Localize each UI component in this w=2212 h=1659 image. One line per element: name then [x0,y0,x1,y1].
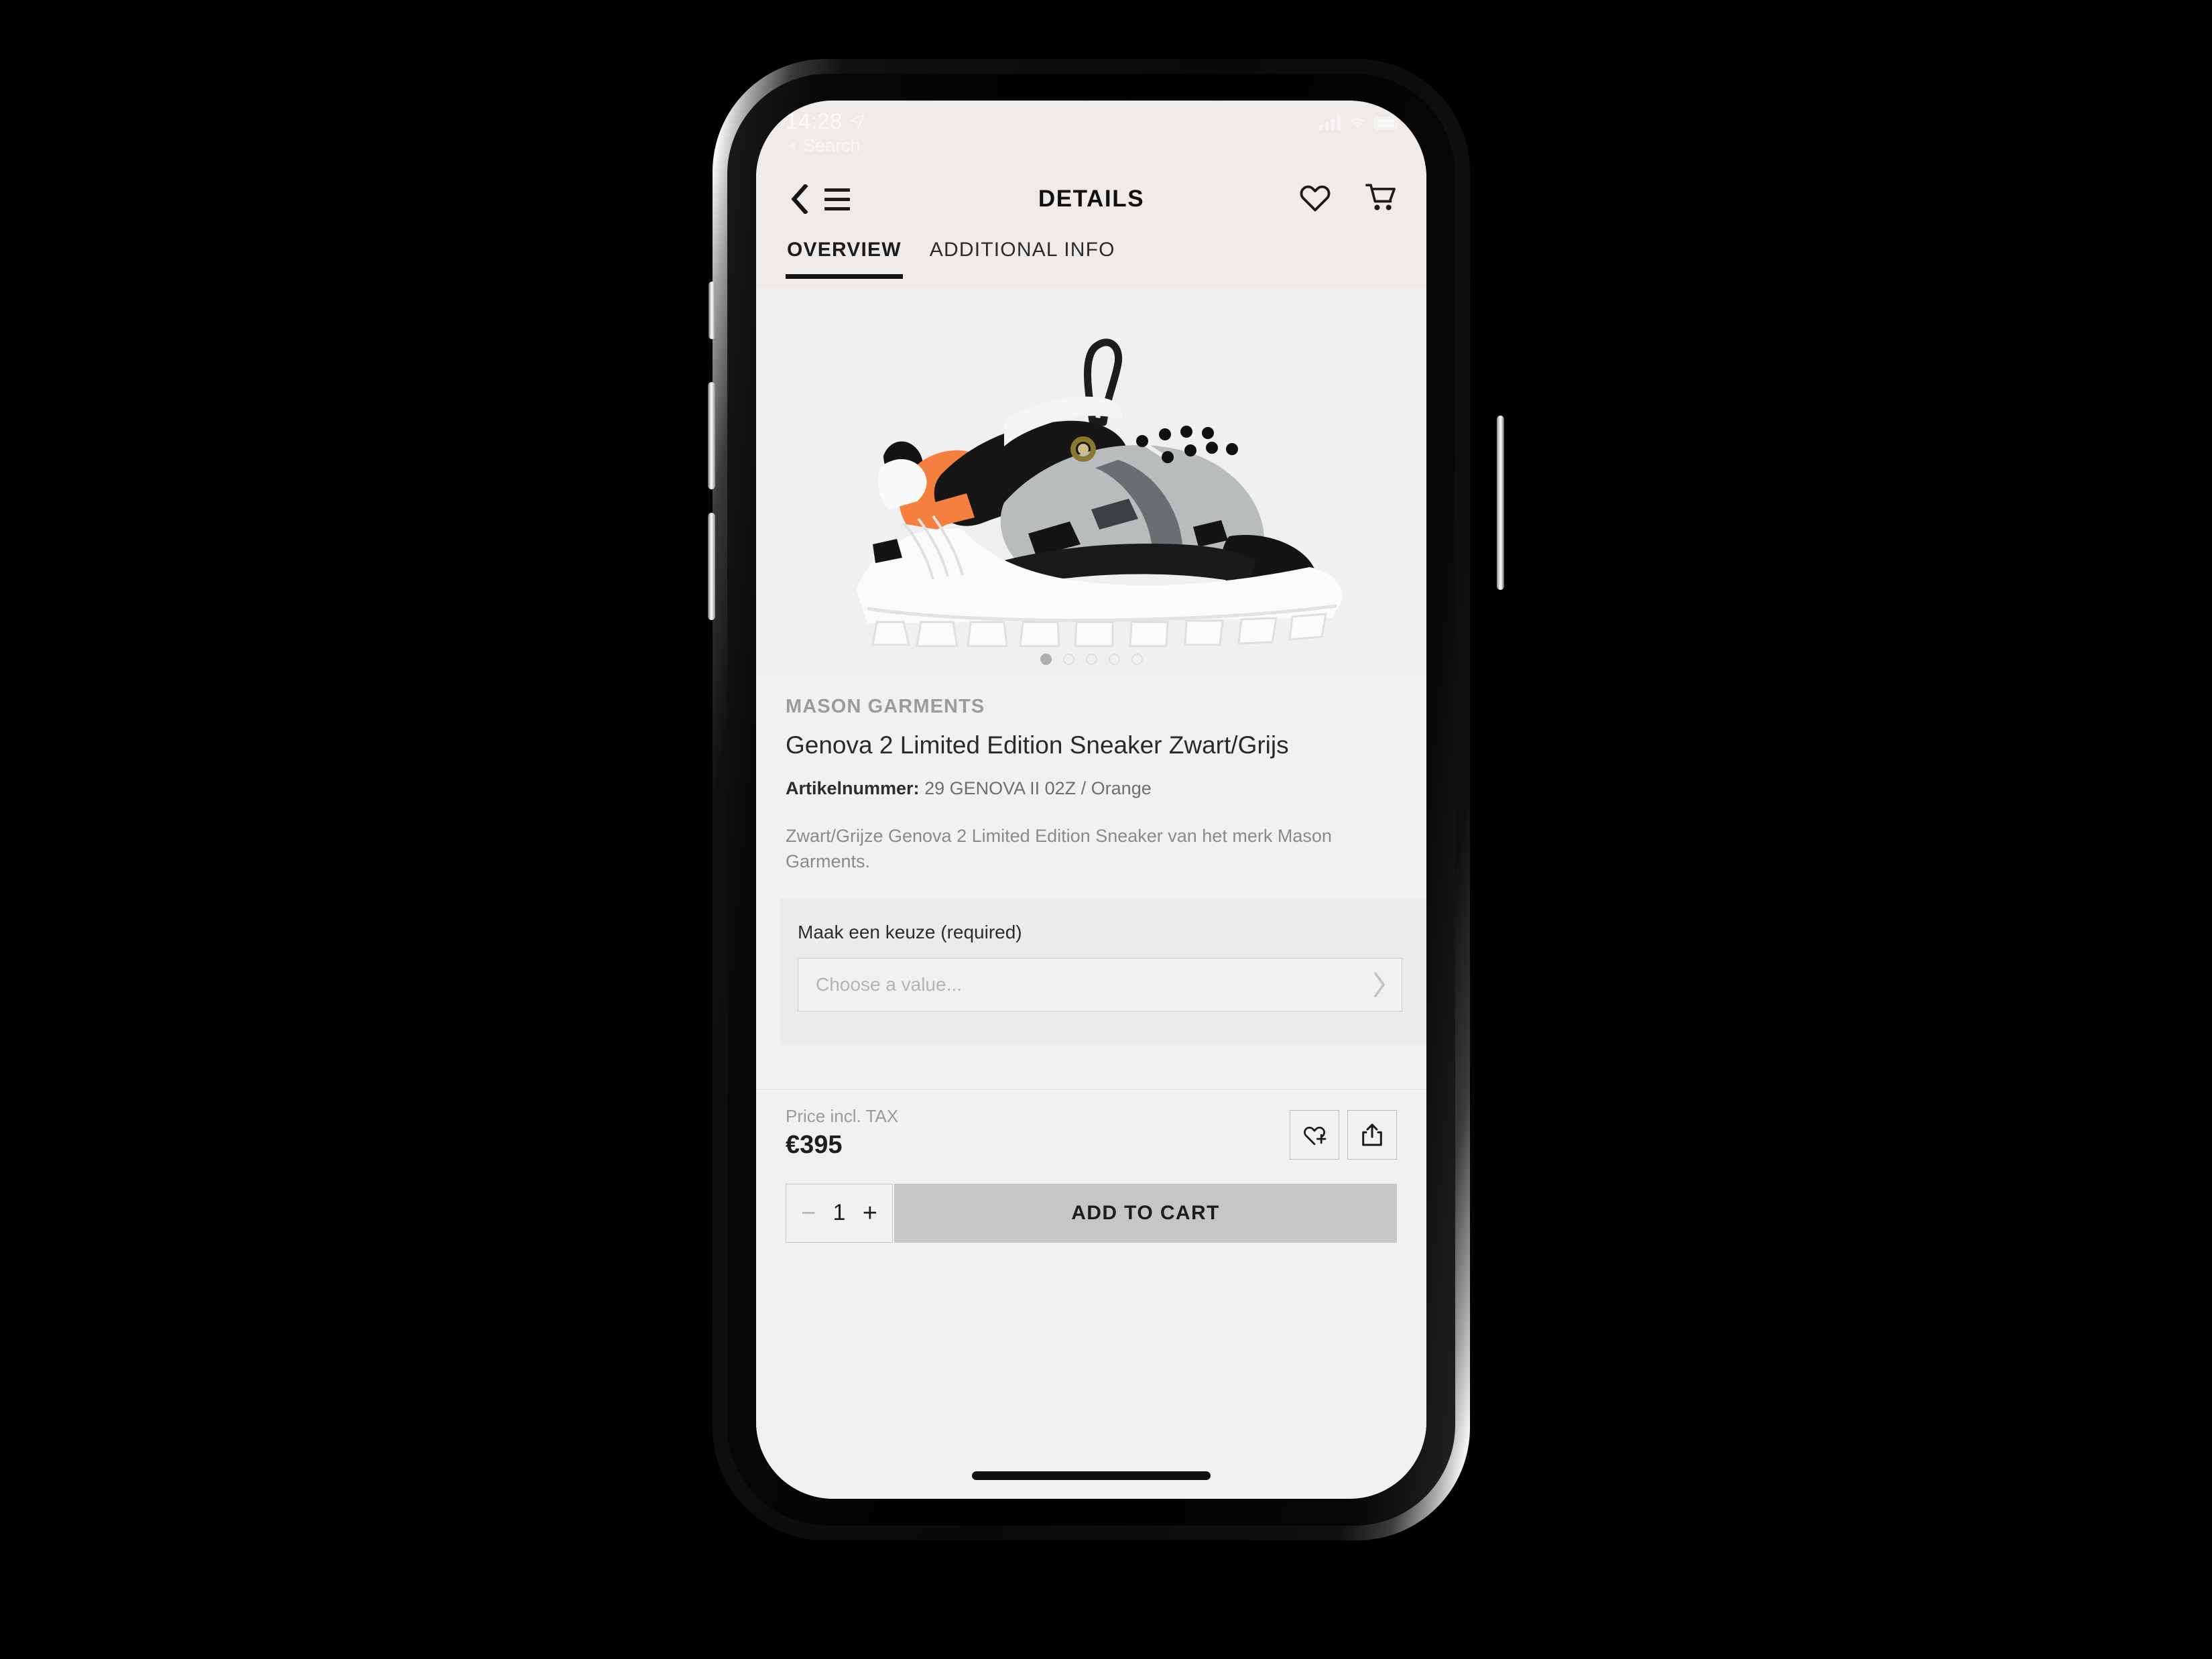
carousel-dots[interactable] [756,654,1426,665]
quantity-increment-button[interactable]: + [863,1201,877,1226]
triangle-left-icon [788,141,796,151]
cart-button[interactable] [1365,182,1397,217]
chevron-left-icon [791,184,808,214]
product-detail-scroll[interactable]: MASON GARMENTS Genova 2 Limited Edition … [756,288,1426,1499]
battery-icon [1374,117,1400,130]
quantity-value: 1 [833,1200,846,1226]
nav-actions [1299,182,1397,217]
add-to-wishlist-button[interactable] [1290,1109,1339,1160]
quantity-decrement-button[interactable]: − [801,1201,816,1226]
heart-icon [1300,185,1331,211]
option-label: Maak een keuze (required) [798,921,1022,942]
carousel-dot-2[interactable] [1062,654,1074,665]
heart-plus-icon [1304,1126,1327,1145]
cart-action-row: − 1 + ADD TO CART [756,1159,1426,1243]
price-value: €395 [786,1130,843,1159]
home-indicator[interactable] [972,1471,1211,1480]
price-actions [1290,1109,1397,1160]
cellular-signal-icon [1318,115,1341,130]
carousel-dot-3[interactable] [1085,654,1097,665]
menu-line [824,188,850,192]
share-icon [1362,1123,1382,1146]
power-button[interactable] [1497,416,1504,590]
status-bar-right [1318,115,1400,130]
menu-line [824,197,850,201]
sneaker-illustration [857,339,1343,648]
spacer [756,1044,1426,1089]
status-bar: 14:28 Search [756,101,1426,165]
carousel-dot-5[interactable] [1131,654,1143,665]
status-time-label: 14:28 [786,109,843,133]
product-info: MASON GARMENTS Genova 2 Limited Edition … [756,677,1426,899]
sku-label: Artikelnummer: [786,778,920,798]
carousel-dot-1[interactable] [1040,654,1052,665]
shopping-cart-icon [1365,183,1396,210]
mute-switch[interactable] [709,282,715,339]
price-bar: Price incl. TAX €395 [756,1089,1426,1160]
location-arrow-icon [850,114,865,129]
status-bar-back-to-app[interactable]: Search [786,135,866,156]
tab-additional-info[interactable]: ADDITIONAL INFO [928,233,1117,261]
share-button[interactable] [1347,1109,1397,1160]
product-options-panel: Maak een keuze (required) Choose a value… [780,898,1426,1045]
navigation-bar: DETAILS [756,165,1426,233]
option-placeholder: Choose a value... [816,973,962,995]
sku-value: 29 GENOVA II 02Z / Orange [924,778,1152,798]
wifi-icon [1350,118,1365,129]
status-bar-time-group: 14:28 [786,109,866,134]
phone-screen: 14:28 Search DETAILS OVERVIEW ADDITIONAL… [756,101,1426,1499]
volume-down-button[interactable] [708,513,715,620]
menu-line [824,206,850,210]
product-brand[interactable]: MASON GARMENTS [786,696,1397,718]
option-select[interactable]: Choose a value... [798,957,1402,1011]
product-gallery[interactable] [756,288,1426,677]
tab-overview[interactable]: OVERVIEW [786,233,903,279]
quantity-stepper[interactable]: − 1 + [786,1183,893,1243]
status-back-label: Search [803,135,861,156]
back-button[interactable] [786,184,815,214]
price-label: Price incl. TAX [786,1105,899,1126]
price-column: Price incl. TAX €395 [786,1106,1290,1160]
add-to-cart-button[interactable]: ADD TO CART [894,1183,1397,1243]
status-bar-left: 14:28 Search [786,109,866,156]
chevron-right-icon [1372,971,1387,998]
product-image [803,308,1379,657]
product-sku: Artikelnummer: 29 GENOVA II 02Z / Orange [786,778,1397,799]
wishlist-button[interactable] [1299,183,1331,216]
carousel-dot-4[interactable] [1108,654,1120,665]
product-description: Zwart/Grijze Genova 2 Limited Edition Sn… [786,825,1332,872]
volume-up-button[interactable] [708,382,715,489]
product-title: Genova 2 Limited Edition Sneaker Zwart/G… [786,731,1289,759]
hamburger-menu-icon[interactable] [824,183,857,215]
tab-bar: OVERVIEW ADDITIONAL INFO [756,233,1426,288]
